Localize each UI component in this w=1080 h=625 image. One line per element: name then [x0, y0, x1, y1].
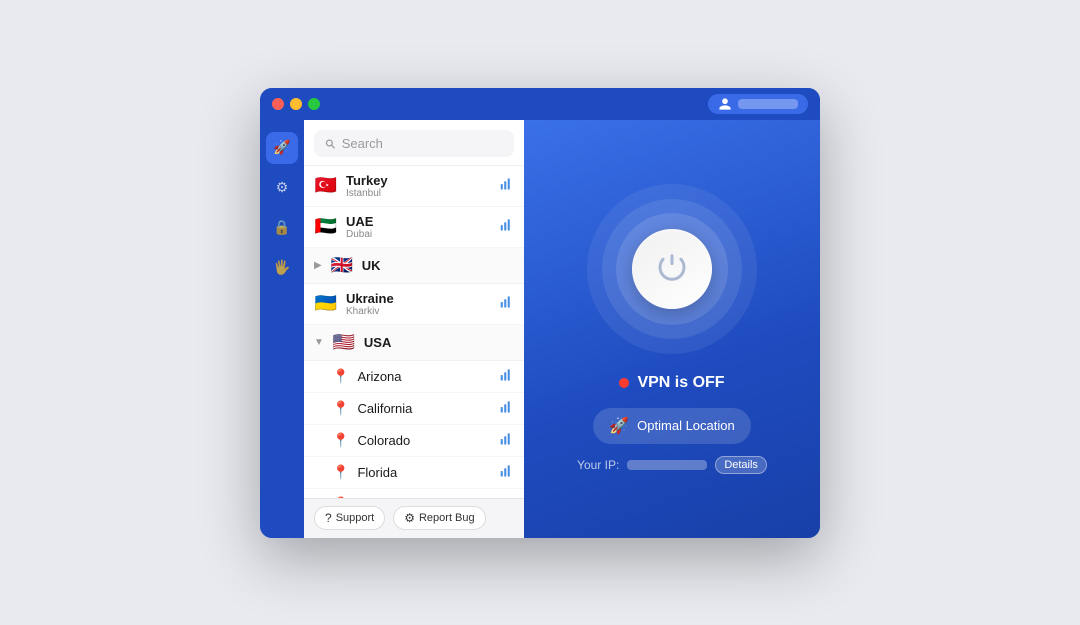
rings-container	[587, 184, 757, 354]
main-content: 🚀 ⚙ 🔒 🖐 🇹🇷	[260, 120, 820, 538]
power-icon	[656, 253, 688, 285]
signal-icon	[500, 400, 514, 417]
collapse-icon: ▼	[314, 337, 324, 348]
power-button[interactable]	[632, 229, 712, 309]
location-pin-icon: 📍	[332, 432, 349, 449]
list-item[interactable]: 📍 Georgia	[304, 489, 524, 498]
list-item[interactable]: 📍 Arizona	[304, 361, 524, 393]
signal-icon	[500, 464, 514, 481]
sidebar-item-settings[interactable]: ⚙	[266, 172, 298, 204]
support-label: Support	[336, 512, 375, 524]
sidebar-icons: 🚀 ⚙ 🔒 🖐	[260, 120, 304, 538]
expand-icon: ▶	[314, 260, 322, 271]
bug-icon: ⚙	[404, 511, 415, 525]
server-name: Ukraine	[346, 291, 492, 306]
signal-icon	[500, 368, 514, 385]
report-label: Report Bug	[419, 512, 475, 524]
search-bar	[304, 120, 524, 166]
server-list: 🇹🇷 Turkey Istanbul 🇦🇪 UAE Dubai	[304, 166, 524, 498]
user-icon	[718, 97, 732, 111]
vpn-status: VPN is OFF	[619, 374, 724, 392]
location-pin-icon: 📍	[332, 368, 349, 385]
support-icon: ?	[325, 511, 332, 525]
state-name: California	[357, 401, 492, 416]
flag-turkey: 🇹🇷	[314, 175, 338, 196]
signal-icon	[500, 177, 514, 194]
user-badge[interactable]	[708, 94, 808, 114]
server-city: Dubai	[346, 229, 492, 240]
server-name: UAE	[346, 214, 492, 229]
title-bar	[260, 88, 820, 120]
state-name: Colorado	[357, 433, 492, 448]
flag-usa: 🇺🇸	[332, 332, 356, 353]
ip-label: Your IP:	[577, 458, 619, 472]
vpn-panel: VPN is OFF 🚀 Optimal Location Your IP: D…	[524, 120, 820, 538]
close-button[interactable]	[272, 98, 284, 110]
vpn-status-text: VPN is OFF	[637, 374, 724, 392]
list-item[interactable]: 🇺🇦 Ukraine Kharkiv	[304, 284, 524, 325]
list-item[interactable]: 🇦🇪 UAE Dubai	[304, 207, 524, 248]
country-row-usa[interactable]: ▼ 🇺🇸 USA	[304, 325, 524, 361]
rocket-icon: 🚀	[609, 416, 629, 436]
list-item[interactable]: 🇹🇷 Turkey Istanbul	[304, 166, 524, 207]
signal-icon	[500, 432, 514, 449]
app-window: 🚀 ⚙ 🔒 🖐 🇹🇷	[260, 88, 820, 538]
support-button[interactable]: ? Support	[314, 506, 385, 530]
details-button[interactable]: Details	[715, 456, 767, 474]
panel-bottom: ? Support ⚙ Report Bug	[304, 498, 524, 538]
server-info-turkey: Turkey Istanbul	[346, 173, 492, 199]
location-pin-icon: 📍	[332, 400, 349, 417]
optimal-location-button[interactable]: 🚀 Optimal Location	[593, 408, 750, 444]
server-info-uae: UAE Dubai	[346, 214, 492, 240]
server-list-panel: 🇹🇷 Turkey Istanbul 🇦🇪 UAE Dubai	[304, 120, 524, 538]
list-item[interactable]: 📍 Colorado	[304, 425, 524, 457]
server-city: Istanbul	[346, 188, 492, 199]
location-pin-icon: 📍	[332, 464, 349, 481]
search-input-wrapper[interactable]	[314, 130, 514, 157]
list-item[interactable]: 📍 California	[304, 393, 524, 425]
flag-uae: 🇦🇪	[314, 216, 338, 237]
report-bug-button[interactable]: ⚙ Report Bug	[393, 506, 485, 530]
list-item[interactable]: 📍 Florida	[304, 457, 524, 489]
sidebar-item-security[interactable]: 🔒	[266, 212, 298, 244]
flag-uk: 🇬🇧	[330, 255, 354, 276]
server-city: Kharkiv	[346, 306, 492, 317]
search-icon	[324, 137, 336, 150]
ip-row: Your IP: Details	[577, 456, 767, 474]
minimize-button[interactable]	[290, 98, 302, 110]
country-name-usa: USA	[364, 335, 514, 350]
server-name: Turkey	[346, 173, 492, 188]
server-info-ukraine: Ukraine Kharkiv	[346, 291, 492, 317]
flag-ukraine: 🇺🇦	[314, 293, 338, 314]
username-display	[738, 99, 798, 109]
status-dot	[619, 378, 629, 388]
state-name: Florida	[357, 465, 492, 480]
signal-icon	[500, 295, 514, 312]
ip-address-display	[627, 460, 707, 470]
state-name: Arizona	[357, 369, 492, 384]
country-row-uk[interactable]: ▶ 🇬🇧 UK	[304, 248, 524, 284]
sidebar-item-privacy[interactable]: 🖐	[266, 252, 298, 284]
country-name: UK	[362, 258, 514, 273]
search-input[interactable]	[342, 136, 504, 151]
traffic-lights	[272, 98, 320, 110]
signal-icon	[500, 218, 514, 235]
maximize-button[interactable]	[308, 98, 320, 110]
optimal-location-text: Optimal Location	[637, 418, 735, 433]
sidebar-item-servers[interactable]: 🚀	[266, 132, 298, 164]
